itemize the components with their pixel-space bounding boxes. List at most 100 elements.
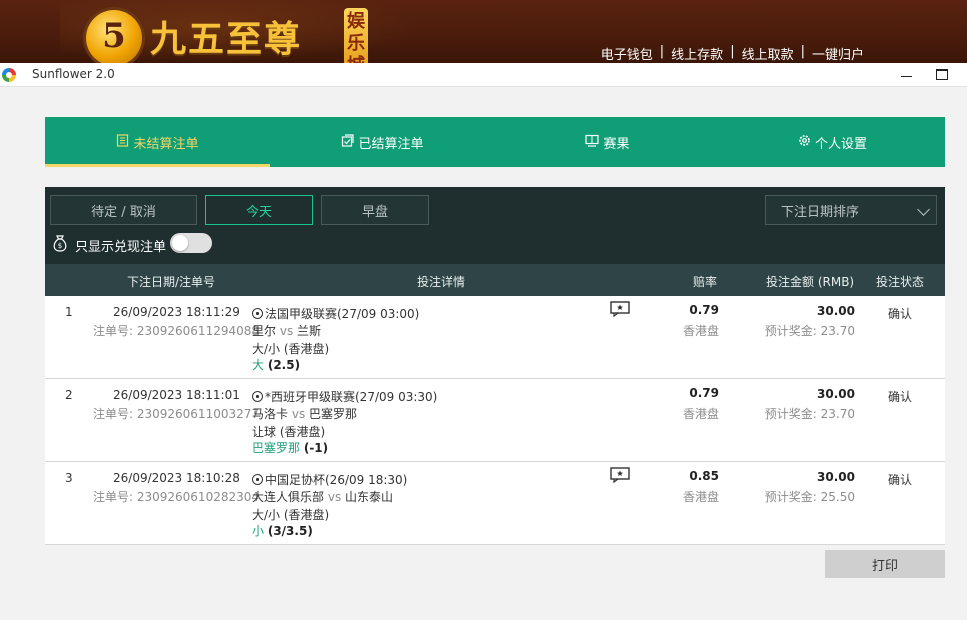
row-number: 3 bbox=[65, 471, 73, 485]
bet-status: 确认 bbox=[888, 473, 913, 487]
vs-label: vs bbox=[327, 490, 342, 504]
filter-today-button[interactable]: 今天 bbox=[205, 195, 313, 225]
league: 法国甲级联赛(27/09 03:00) bbox=[252, 305, 419, 322]
match-teams: 里尔 vs 兰斯 bbox=[252, 322, 321, 339]
league: 中国足协杯(26/09 18:30) bbox=[252, 471, 407, 488]
link-consolidate[interactable]: 一键归户 bbox=[812, 44, 864, 63]
match-teams: 大连人俱乐部 vs 山东泰山 bbox=[252, 488, 393, 505]
bet-market: 大/小 (香港盘) bbox=[252, 508, 330, 522]
tab-settled-bets[interactable]: 已结算注单 bbox=[270, 117, 495, 167]
cashout-only-toggle[interactable] bbox=[170, 233, 212, 253]
stake-amount: 30.00 bbox=[817, 470, 855, 484]
link-separator: | bbox=[659, 44, 665, 59]
tab-results[interactable]: 赛果 bbox=[495, 117, 720, 167]
selection-name: 小 bbox=[252, 524, 265, 538]
selection-line: (-1) bbox=[303, 441, 329, 455]
table-row: 2 26/09/2023 18:11:01 注单号: 2309260611003… bbox=[45, 379, 945, 462]
bet-selection: 小 (3/3.5) bbox=[252, 522, 313, 539]
column-header-bet-details: 投注详情 bbox=[417, 275, 466, 289]
bet-market: 大/小 (香港盘) bbox=[252, 342, 330, 356]
vs-label: vs bbox=[291, 407, 306, 421]
link-separator: | bbox=[800, 44, 805, 59]
link-withdraw[interactable]: 线上取款 bbox=[742, 44, 794, 63]
league: *西班牙甲级联赛(27/09 03:30) bbox=[252, 388, 437, 405]
filter-pending-cancelled-button[interactable]: 待定 / 取消 bbox=[50, 195, 197, 225]
minimize-icon[interactable] bbox=[899, 67, 915, 83]
league-name: 中国足协杯(26/09 18:30) bbox=[265, 473, 408, 487]
soccer-ball-icon bbox=[252, 308, 263, 319]
league-name: 法国甲级联赛(27/09 03:00) bbox=[265, 307, 420, 321]
brand-name: 九五至尊 bbox=[150, 18, 303, 60]
away-team: 山东泰山 bbox=[345, 490, 394, 504]
order-id: 注单号: 2309260610282304 bbox=[93, 490, 260, 504]
scoreboard-icon bbox=[585, 134, 600, 151]
brand-badge-text: 娱乐城 bbox=[347, 11, 365, 63]
bet-date: 26/09/2023 18:11:29 bbox=[113, 305, 240, 319]
chevron-down-icon bbox=[917, 203, 930, 216]
window-title: Sunflower 2.0 bbox=[32, 67, 115, 81]
column-header-status: 投注状态 bbox=[876, 275, 925, 289]
soccer-ball-icon bbox=[252, 391, 263, 402]
bet-selection: 大 (2.5) bbox=[252, 356, 300, 373]
link-e-wallet[interactable]: 电子钱包 bbox=[601, 44, 653, 63]
order-id: 注单号: 2309260611003277 bbox=[93, 407, 260, 421]
odds-type: 香港盘 bbox=[682, 407, 719, 421]
bet-status: 确认 bbox=[888, 390, 913, 404]
tab-unsettled-bets[interactable]: 未结算注单 bbox=[45, 117, 270, 167]
ledger-icon bbox=[116, 133, 129, 151]
live-stream-icon[interactable] bbox=[610, 301, 630, 317]
odds-type: 香港盘 bbox=[682, 324, 719, 338]
selection-line: (3/3.5) bbox=[267, 524, 313, 538]
tab-personal-settings[interactable]: 个人设置 bbox=[720, 117, 945, 167]
link-separator: | bbox=[730, 44, 735, 59]
column-header-stake: 投注金额 (RMB) bbox=[766, 275, 855, 289]
bet-status: 确认 bbox=[888, 307, 913, 321]
bet-selection: 巴塞罗那 (-1) bbox=[252, 439, 328, 456]
print-button[interactable]: 打印 bbox=[825, 550, 945, 578]
logo-digit: 5 bbox=[102, 16, 126, 56]
estimated-payout: 预计奖金: 25.50 bbox=[764, 490, 855, 504]
tab-label: 赛果 bbox=[603, 136, 630, 152]
odds-value: 0.79 bbox=[689, 386, 719, 400]
home-team: 里尔 bbox=[252, 324, 277, 338]
app-logo-icon bbox=[2, 68, 16, 82]
sort-select-value: 下注日期排序 bbox=[781, 204, 860, 220]
estimated-payout: 预计奖金: 23.70 bbox=[764, 324, 855, 338]
filter-early-market-button[interactable]: 早盘 bbox=[321, 195, 429, 225]
bet-date: 26/09/2023 18:10:28 bbox=[113, 471, 240, 485]
bet-date: 26/09/2023 18:11:01 bbox=[113, 388, 240, 402]
home-team: 大连人俱乐部 bbox=[252, 490, 325, 504]
brand-badge: 娱乐城 bbox=[344, 8, 368, 63]
bet-market: 让球 (香港盘) bbox=[252, 425, 326, 439]
row-number: 2 bbox=[65, 388, 73, 402]
maximize-icon[interactable] bbox=[936, 69, 948, 80]
soccer-ball-icon bbox=[252, 474, 263, 485]
home-team: 马洛卡 bbox=[252, 407, 289, 421]
selection-name: 大 bbox=[252, 358, 265, 372]
league-name: *西班牙甲级联赛(27/09 03:30) bbox=[265, 390, 438, 404]
window-titlebar: Sunflower 2.0 bbox=[0, 63, 967, 87]
column-header-date-order: 下注日期/注单号 bbox=[127, 275, 216, 289]
away-team: 巴塞罗那 bbox=[309, 407, 358, 421]
money-bag-icon: $ bbox=[53, 235, 67, 252]
table-row: 1 26/09/2023 18:11:29 注单号: 2309260611294… bbox=[45, 296, 945, 379]
odds-value: 0.79 bbox=[689, 303, 719, 317]
odds-value: 0.85 bbox=[689, 469, 719, 483]
live-stream-icon[interactable] bbox=[610, 467, 630, 483]
settled-icon bbox=[341, 133, 355, 151]
table-header: 下注日期/注单号 投注详情 赔率 投注金额 (RMB) 投注状态 bbox=[45, 264, 945, 296]
filter-panel: 待定 / 取消 今天 早盘 下注日期排序 $ 只显示兑现注单 bbox=[45, 187, 945, 264]
main-tabs: 未结算注单 已结算注单 赛果 个人设置 bbox=[45, 117, 945, 167]
column-header-odds: 赔率 bbox=[693, 275, 718, 289]
tab-label: 个人设置 bbox=[814, 136, 867, 152]
table-row: 3 26/09/2023 18:10:28 注单号: 2309260610282… bbox=[45, 462, 945, 545]
site-banner: 5 九五至尊 娱乐城 电子钱包 | 线上存款 | 线上取款 | 一键归户 bbox=[0, 0, 967, 63]
link-deposit[interactable]: 线上存款 bbox=[671, 44, 723, 63]
away-team: 兰斯 bbox=[297, 324, 322, 338]
sort-select[interactable]: 下注日期排序 bbox=[765, 195, 937, 225]
tab-label: 已结算注单 bbox=[358, 136, 424, 152]
top-links: 电子钱包 | 线上存款 | 线上取款 | 一键归户 bbox=[601, 44, 864, 63]
brand-logo-icon: 5 bbox=[86, 10, 142, 63]
stake-amount: 30.00 bbox=[817, 387, 855, 401]
stake-amount: 30.00 bbox=[817, 304, 855, 318]
